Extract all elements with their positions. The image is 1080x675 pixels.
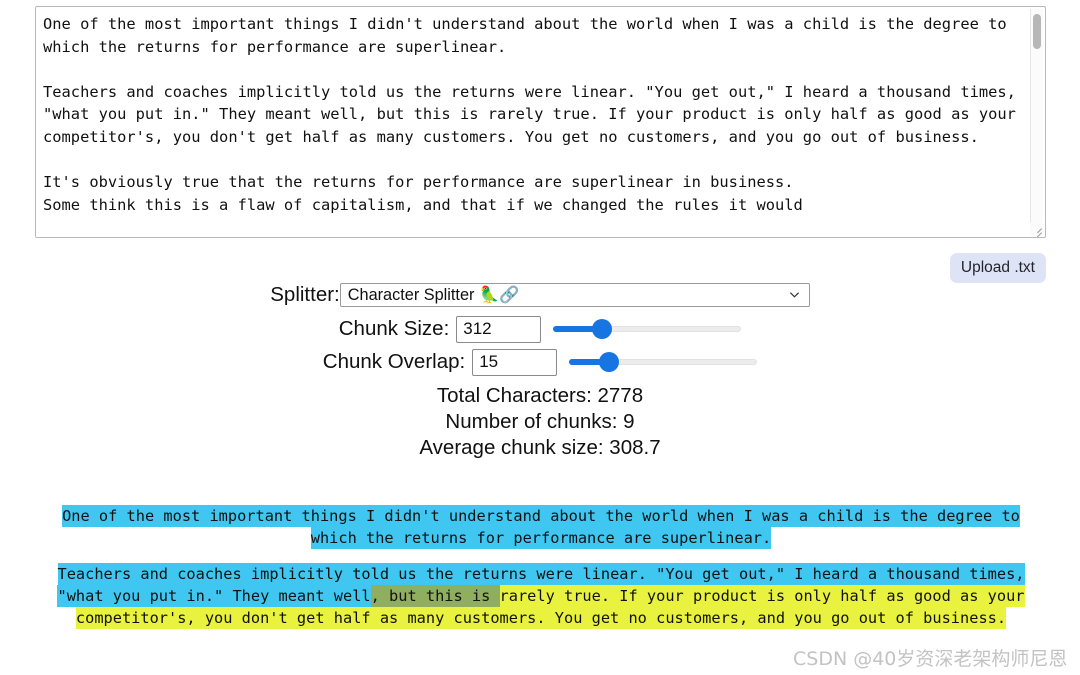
chunk-preview-list: One of the most important things I didn'… xyxy=(36,505,1046,643)
chunk-size-slider-thumb[interactable] xyxy=(592,319,613,339)
chunk-overlap-label: Chunk Overlap: xyxy=(322,350,466,373)
splitter-select[interactable]: Character Splitter 🦜🔗 xyxy=(339,283,810,307)
chunk-1: One of the most important things I didn'… xyxy=(36,505,1046,549)
stats-panel: Total Characters: 2778 Number of chunks:… xyxy=(0,383,1080,461)
splitter-row: Splitter: Character Splitter 🦜🔗 xyxy=(0,281,1080,309)
source-text-area[interactable]: One of the most important things I didn'… xyxy=(35,6,1046,238)
chunk-overlap-input[interactable] xyxy=(472,348,558,376)
upload-txt-button[interactable]: Upload .txt xyxy=(949,253,1046,284)
textarea-scrollbar[interactable] xyxy=(1030,9,1043,223)
average-chunk-size-stat: Average chunk size: 308.7 xyxy=(419,436,661,459)
textarea-scrollbar-thumb[interactable] xyxy=(1033,14,1041,49)
chevron-down-icon[interactable] xyxy=(789,289,800,300)
chunk-size-input[interactable] xyxy=(456,315,542,343)
total-characters-stat: Total Characters: 2778 xyxy=(436,384,644,407)
chunk-size-label: Chunk Size: xyxy=(338,317,450,340)
source-text-content[interactable]: One of the most important things I didn'… xyxy=(43,13,1028,216)
controls-panel: Splitter: Character Splitter 🦜🔗 Chunk Si… xyxy=(0,281,1080,381)
chunk-size-row: Chunk Size: xyxy=(0,315,1080,343)
chunk-1-segment-1: One of the most important things I didn'… xyxy=(62,505,1020,549)
watermark: CSDN @40岁资深老架构师尼恩 xyxy=(793,648,1068,670)
chunk-overlap-row: Chunk Overlap: xyxy=(0,348,1080,376)
number-of-chunks-stat: Number of chunks: 9 xyxy=(445,410,635,433)
chunk-size-slider[interactable] xyxy=(553,318,742,340)
app-root: One of the most important things I didn'… xyxy=(0,0,1080,675)
chunk-overlap-slider-thumb[interactable] xyxy=(598,352,619,372)
splitter-label: Splitter: xyxy=(270,283,340,306)
chunk-2-segment-2: , but this is xyxy=(370,585,500,607)
chunk-2: Teachers and coaches implicitly told us … xyxy=(36,563,1046,629)
textarea-resize-handle[interactable] xyxy=(1030,222,1044,236)
splitter-selected-value: Character Splitter 🦜🔗 xyxy=(347,286,520,304)
chunk-overlap-slider[interactable] xyxy=(569,351,758,373)
